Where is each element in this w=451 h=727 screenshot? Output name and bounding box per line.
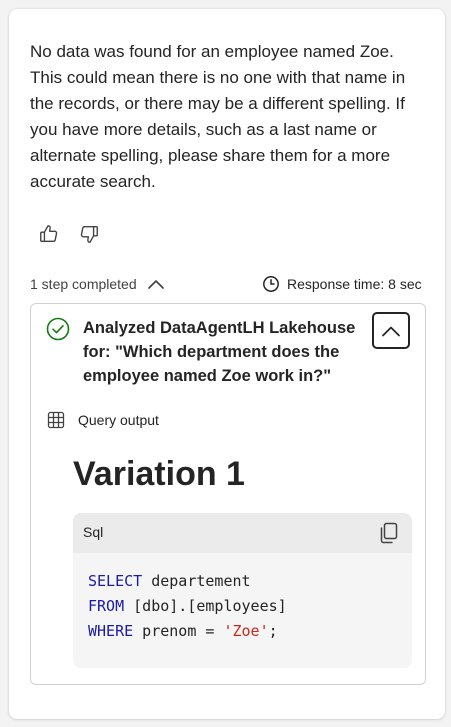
steps-summary: 1 step completed	[30, 276, 137, 292]
collapse-step-button[interactable]	[372, 312, 410, 349]
code-keyword: SELECT	[88, 572, 143, 590]
code-language-label: Sql	[83, 524, 104, 540]
code-text: departement	[142, 572, 251, 590]
check-circle-icon	[46, 317, 70, 341]
chevron-up-icon	[382, 326, 400, 336]
thumbs-up-button[interactable]	[36, 221, 62, 247]
chat-response-card: No data was found for an employee named …	[9, 9, 445, 719]
step-details-panel: Analyzed DataAgentLH Lakehouse for: "Whi…	[30, 303, 426, 685]
copy-code-button[interactable]	[378, 522, 400, 544]
code-keyword: FROM	[88, 597, 125, 615]
code-line-1: SELECT departement	[88, 572, 251, 590]
thumbs-down-icon	[80, 225, 98, 243]
response-time-label: Response time: 8 sec	[287, 276, 422, 292]
steps-toggle[interactable]: 1 step completed	[30, 273, 165, 295]
code-content[interactable]: SELECT departement FROM [dbo].[employees…	[73, 553, 412, 644]
query-output-label: Query output	[78, 412, 159, 428]
thumbs-up-icon	[40, 225, 58, 243]
variation-title: Variation 1	[73, 455, 245, 493]
code-text: ;	[268, 622, 278, 640]
clock-icon	[263, 276, 279, 292]
thumbs-down-button[interactable]	[76, 221, 102, 247]
sql-code-block: Sql SELECT departement FROM [dbo].[emplo…	[73, 513, 412, 668]
code-text: [dbo].[employees]	[124, 597, 287, 615]
query-output-row: Query output	[47, 409, 159, 431]
code-keyword: WHERE	[88, 622, 134, 640]
response-message: No data was found for an employee named …	[30, 42, 406, 191]
response-time: Response time: 8 sec	[262, 273, 422, 295]
code-string: 'Zoe'	[223, 622, 269, 640]
code-text: prenom =	[133, 622, 224, 640]
table-icon	[47, 411, 65, 429]
code-block-header: Sql	[73, 513, 412, 553]
step-title: Analyzed DataAgentLH Lakehouse for: "Whi…	[83, 319, 356, 385]
chevron-up-icon	[147, 280, 164, 289]
copy-icon	[380, 522, 398, 544]
code-line-3: WHERE prenom = 'Zoe';	[88, 622, 278, 640]
code-line-2: FROM [dbo].[employees]	[88, 597, 287, 615]
